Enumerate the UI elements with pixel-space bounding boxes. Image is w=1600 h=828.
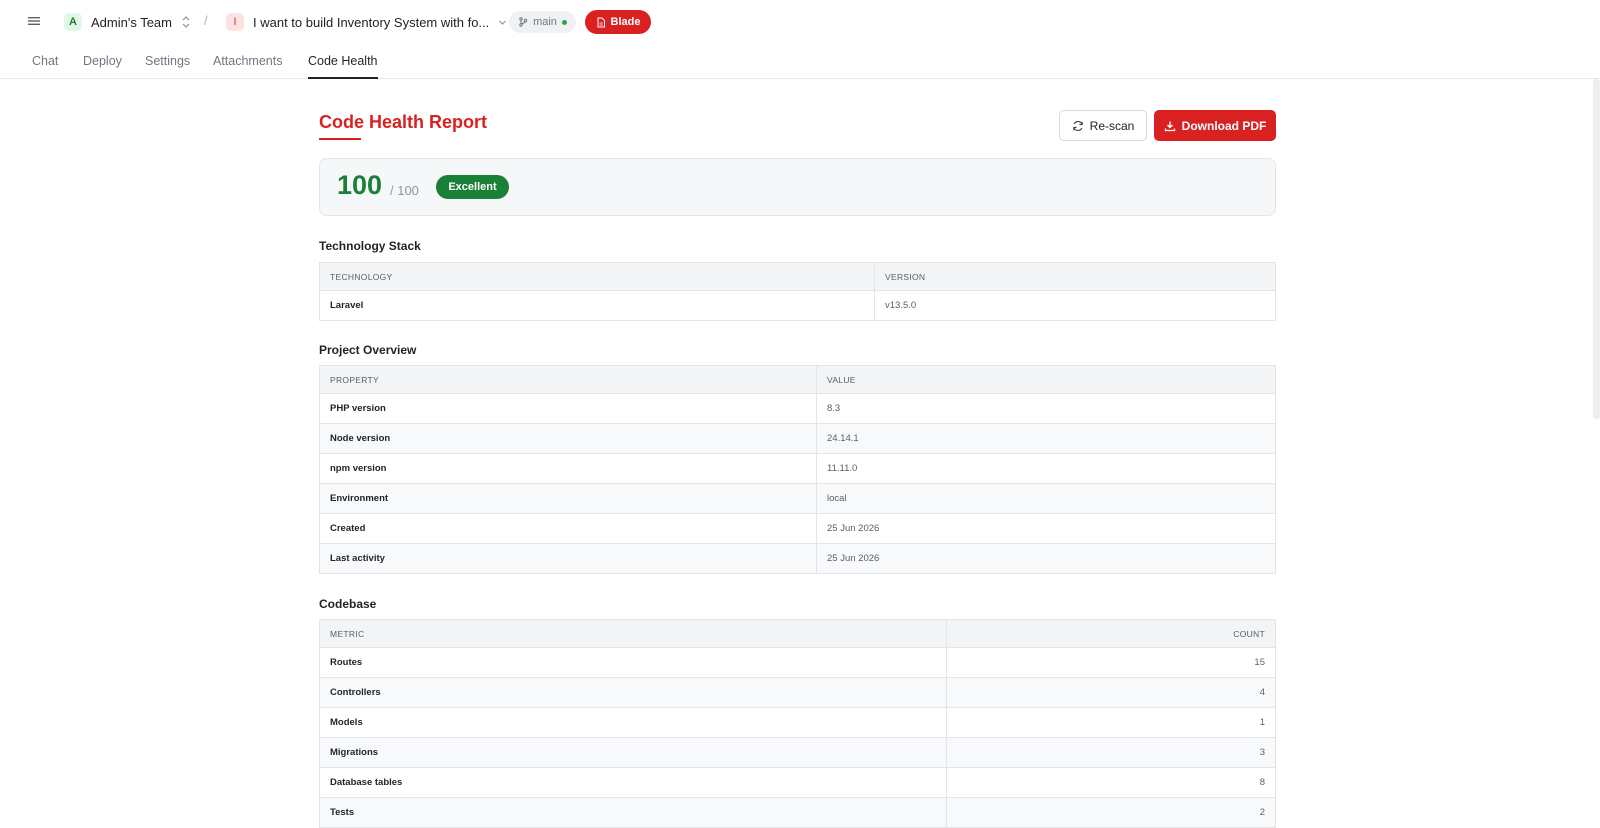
table-row: Routes 15 [319,647,1276,678]
git-branch-icon [519,17,528,27]
section-title-codebase: Codebase [319,597,377,611]
column-header: VALUE [816,365,1276,394]
grade-badge: Excellent [436,175,509,199]
table-row: Environment local [319,483,1276,514]
table-row: Laravel v13.5.0 [319,290,1276,321]
table-cell: 1 [946,707,1276,738]
title-underline [319,138,361,140]
table-cell: v13.5.0 [874,290,1276,321]
column-header: TECHNOLOGY [319,262,875,291]
table-cell: 8.3 [816,393,1276,424]
stack-badge-button[interactable]: Blade [585,10,651,34]
table-cell: 24.14.1 [816,423,1276,454]
breadcrumb-separator: / [204,13,208,28]
table-cell: Node version [319,423,817,454]
scrollbar[interactable] [1593,79,1600,419]
project-name: I want to build Inventory System with fo… [253,14,490,30]
team-name: Admin's Team [91,14,172,30]
tab-attachments[interactable]: Attachments [213,54,282,68]
table-cell: 11.11.0 [816,453,1276,484]
table-row: Models 1 [319,707,1276,738]
hamburger-menu-icon[interactable] [27,14,41,28]
table-cell: 25 Jun 2026 [816,543,1276,574]
rescan-label: Re-scan [1089,118,1135,133]
file-icon [597,17,605,27]
codebase-table: METRIC COUNT Routes 15 Controllers 4 Mod… [319,619,1276,828]
tab-chat[interactable]: Chat [32,54,58,68]
chevron-down-icon [499,20,507,25]
download-icon [1164,121,1175,131]
team-switcher[interactable]: A Admin's Team [64,12,191,32]
table-cell: npm version [319,453,817,484]
tab-code-health[interactable]: Code Health [308,54,378,79]
download-pdf-label: Download PDF [1181,118,1267,133]
column-header: PROPERTY [319,365,817,394]
page-title: Code Health Report [319,112,488,132]
refresh-icon [1072,120,1083,131]
table-row: Node version 24.14.1 [319,423,1276,454]
column-header: VERSION [874,262,1276,291]
project-switcher[interactable]: I I want to build Inventory System with … [226,12,507,32]
table-cell: Tests [319,797,947,828]
table-row: Created 25 Jun 2026 [319,513,1276,544]
table-cell: Models [319,707,947,738]
project-overview-table: PROPERTY VALUE PHP version 8.3 Node vers… [319,365,1276,574]
branch-name: main [533,16,557,28]
table-row: Database tables 8 [319,767,1276,798]
table-cell: 3 [946,737,1276,768]
tab-bar: Chat Deploy Settings Attachments Code He… [0,46,1600,79]
table-header-row: TECHNOLOGY VERSION [319,262,1276,291]
table-cell: 25 Jun 2026 [816,513,1276,544]
team-avatar: A [64,13,82,31]
table-cell: PHP version [319,393,817,424]
column-header: METRIC [319,619,947,648]
table-cell: Created [319,513,817,544]
table-cell: Last activity [319,543,817,574]
rescan-button[interactable]: Re-scan [1059,110,1147,141]
table-cell: Environment [319,483,817,514]
score-card: 100 / 100 Excellent [319,158,1276,216]
tab-settings[interactable]: Settings [145,54,190,68]
tab-deploy[interactable]: Deploy [83,54,122,68]
download-pdf-button[interactable]: Download PDF [1154,110,1276,141]
section-title-overview: Project Overview [319,343,417,357]
section-title-tech-stack: Technology Stack [319,239,421,253]
table-cell: Migrations [319,737,947,768]
branch-status-dot [561,19,567,25]
stack-badge-label: Blade [610,16,641,28]
column-header: COUNT [946,619,1276,648]
project-avatar: I [226,13,244,31]
table-row: npm version 11.11.0 [319,453,1276,484]
table-row: Last activity 25 Jun 2026 [319,543,1276,574]
chevron-up-down-icon [182,16,190,28]
table-header-row: PROPERTY VALUE [319,365,1276,394]
table-row: PHP version 8.3 [319,393,1276,424]
table-cell: Database tables [319,767,947,798]
table-row: Controllers 4 [319,677,1276,708]
table-row: Tests 2 [319,797,1276,828]
table-cell: Laravel [319,290,875,321]
table-header-row: METRIC COUNT [319,619,1276,648]
table-cell: 8 [946,767,1276,798]
tech-stack-table: TECHNOLOGY VERSION Laravel v13.5.0 [319,262,1276,321]
table-row: Migrations 3 [319,737,1276,768]
table-cell: 2 [946,797,1276,828]
branch-selector[interactable]: main [509,11,576,33]
table-cell: Controllers [319,677,947,708]
table-cell: 4 [946,677,1276,708]
health-score: 100 [337,170,383,200]
table-cell: 15 [946,647,1276,678]
table-cell: local [816,483,1276,514]
table-cell: Routes [319,647,947,678]
top-bar: A Admin's Team / I I want to build Inven… [0,0,1600,44]
health-score-max: / 100 [390,183,419,198]
